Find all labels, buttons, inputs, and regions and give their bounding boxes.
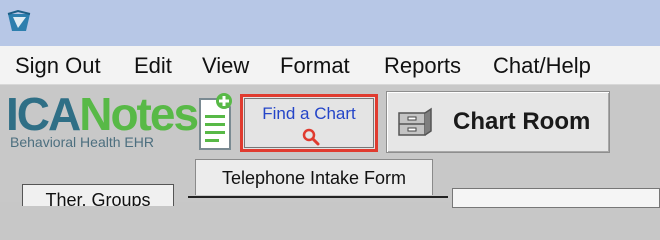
tab-telephone-intake-form-label: Telephone Intake Form [221,168,407,188]
menu-view[interactable]: View [202,46,249,84]
chart-room-label: Chart Room [453,108,591,135]
menu-format[interactable]: Format [280,46,350,84]
find-a-chart-label: Find a Chart [262,104,356,123]
menu-chat-help[interactable]: Chat/Help [493,46,591,84]
find-a-chart-button[interactable]: Find a Chart [240,94,378,152]
menu-reports[interactable]: Reports [384,46,461,84]
menu-sign-out[interactable]: Sign Out [15,46,101,84]
menu-edit[interactable]: Edit [134,46,172,84]
tab-divider [188,196,448,198]
toolbar: ICANotes Behavioral Health EHR Find a Ch… [0,85,660,208]
document-icon [199,93,232,150]
title-bar [0,0,660,46]
icanotes-logo: ICANotes Behavioral Health EHR [0,87,238,157]
logo-ica: ICA [6,88,81,140]
tab-ther-groups[interactable]: Ther. Groups [22,184,174,206]
chart-room-button[interactable]: Chart Room [386,91,610,153]
search-icon [302,128,320,146]
tab-ther-groups-label: Ther. Groups [45,190,151,206]
logo-subtitle: Behavioral Health EHR [10,134,154,150]
logo-wordmark: ICANotes [6,87,199,141]
file-cabinet-icon [398,107,432,136]
logo-notes: Notes [79,88,199,140]
app-icon [7,9,31,31]
tab-telephone-intake-form[interactable]: Telephone Intake Form [195,159,433,195]
content-panel-edge [452,188,660,208]
menu-bar: Sign Out Edit View Format Reports Chat/H… [0,46,660,85]
